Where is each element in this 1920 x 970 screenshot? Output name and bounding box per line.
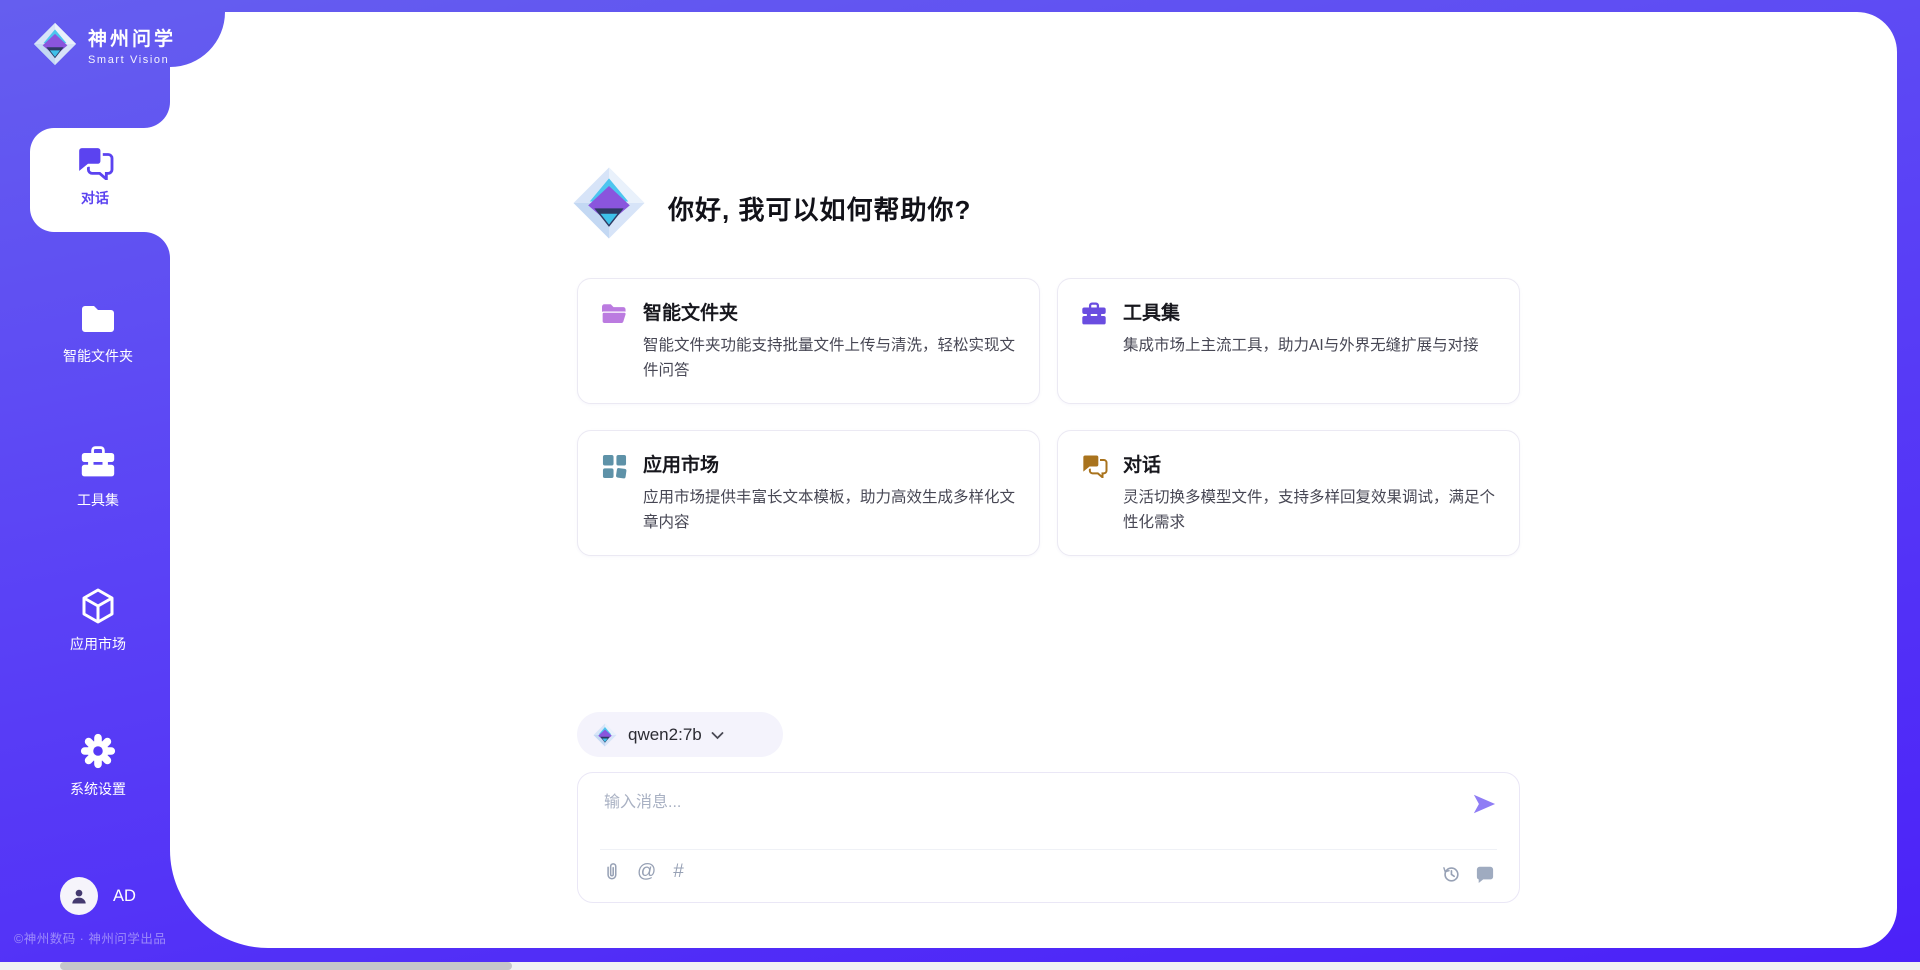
sidebar-item-app-market[interactable]: 应用市场 bbox=[28, 586, 168, 654]
chat-bubbles-icon bbox=[1081, 454, 1108, 478]
card-toolset[interactable]: 工具集 集成市场上主流工具，助力AI与外界无缝扩展与对接 bbox=[1057, 278, 1520, 404]
copyright: ©神州数码 · 神州问学出品 bbox=[14, 928, 184, 947]
message-input[interactable] bbox=[604, 789, 1404, 817]
sidebar-item-label: 系统设置 bbox=[70, 779, 126, 799]
folder-open-icon bbox=[600, 302, 628, 326]
card-app-market[interactable]: 应用市场 应用市场提供丰富长文本模板，助力高效生成多样化文章内容 bbox=[577, 430, 1040, 556]
brand-title: 神州问学 bbox=[88, 24, 176, 51]
attach-button[interactable] bbox=[603, 861, 620, 882]
folder-icon bbox=[80, 303, 116, 333]
app-window: 神州问学 Smart Vision 对话 智能文件夹 bbox=[0, 0, 1920, 970]
greeting: 你好, 我可以如何帮助你? bbox=[668, 190, 971, 227]
model-name: qwen2:7b bbox=[628, 725, 702, 745]
sidebar-item-label: 对话 bbox=[81, 188, 109, 208]
send-button[interactable] bbox=[1471, 792, 1497, 819]
sidebar-item-smart-folder[interactable]: 智能文件夹 bbox=[28, 298, 168, 366]
sidebar-item-chat[interactable]: 对话 bbox=[30, 133, 160, 232]
card-description: 集成市场上主流工具，助力AI与外界无缝扩展与对接 bbox=[1123, 333, 1497, 358]
user-profile[interactable]: AD bbox=[60, 877, 136, 915]
card-description: 应用市场提供丰富长文本模板，助力高效生成多样化文章内容 bbox=[643, 485, 1017, 535]
sidebar-item-label: 智能文件夹 bbox=[63, 346, 133, 366]
brand: 神州问学 Smart Vision bbox=[88, 24, 176, 66]
card-description: 智能文件夹功能支持批量文件上传与清洗，轻松实现文件问答 bbox=[643, 333, 1017, 383]
send-icon bbox=[1471, 792, 1497, 816]
attach-icon bbox=[603, 861, 620, 882]
chevron-down-icon bbox=[711, 732, 724, 740]
feedback-icon bbox=[1475, 865, 1495, 883]
composer-divider bbox=[600, 849, 1497, 850]
message-composer: @ # bbox=[577, 772, 1520, 903]
hashtag-icon[interactable]: # bbox=[673, 862, 684, 881]
toolbox-icon bbox=[80, 444, 116, 480]
model-selector[interactable]: qwen2:7b bbox=[577, 712, 783, 757]
sidebar-item-settings[interactable]: 系统设置 bbox=[28, 731, 168, 799]
card-smart-folder[interactable]: 智能文件夹 智能文件夹功能支持批量文件上传与清洗，轻松实现文件问答 bbox=[577, 278, 1040, 404]
card-title: 对话 bbox=[1123, 450, 1161, 477]
card-title: 智能文件夹 bbox=[643, 298, 738, 325]
sidebar-item-label: 应用市场 bbox=[70, 634, 126, 654]
sidebar-item-toolset[interactable]: 工具集 bbox=[28, 442, 168, 510]
card-title: 工具集 bbox=[1123, 298, 1180, 325]
gear-icon bbox=[79, 732, 117, 770]
brand-subtitle: Smart Vision bbox=[88, 54, 176, 66]
model-logo-icon bbox=[593, 723, 617, 747]
user-name: AD bbox=[113, 887, 136, 906]
feedback-button[interactable] bbox=[1475, 865, 1495, 883]
avatar bbox=[60, 877, 98, 915]
history-icon bbox=[1441, 864, 1461, 884]
card-chat[interactable]: 对话 灵活切换多模型文件，支持多样回复效果调试，满足个性化需求 bbox=[1057, 430, 1520, 556]
toolbox-icon bbox=[1081, 301, 1107, 327]
card-description: 灵活切换多模型文件，支持多样回复效果调试，满足个性化需求 bbox=[1123, 485, 1497, 535]
chat-icon bbox=[76, 146, 114, 180]
brand-logo-icon bbox=[33, 22, 77, 66]
history-button[interactable] bbox=[1441, 864, 1461, 884]
grid-icon bbox=[602, 454, 627, 479]
mention-icon[interactable]: @ bbox=[637, 862, 656, 881]
sidebar-item-label: 工具集 bbox=[77, 490, 119, 510]
horizontal-scrollbar-thumb[interactable] bbox=[60, 962, 512, 970]
card-title: 应用市场 bbox=[643, 450, 719, 477]
cube-icon bbox=[81, 587, 115, 625]
assistant-logo-icon bbox=[572, 166, 646, 240]
user-avatar-icon bbox=[69, 886, 89, 906]
